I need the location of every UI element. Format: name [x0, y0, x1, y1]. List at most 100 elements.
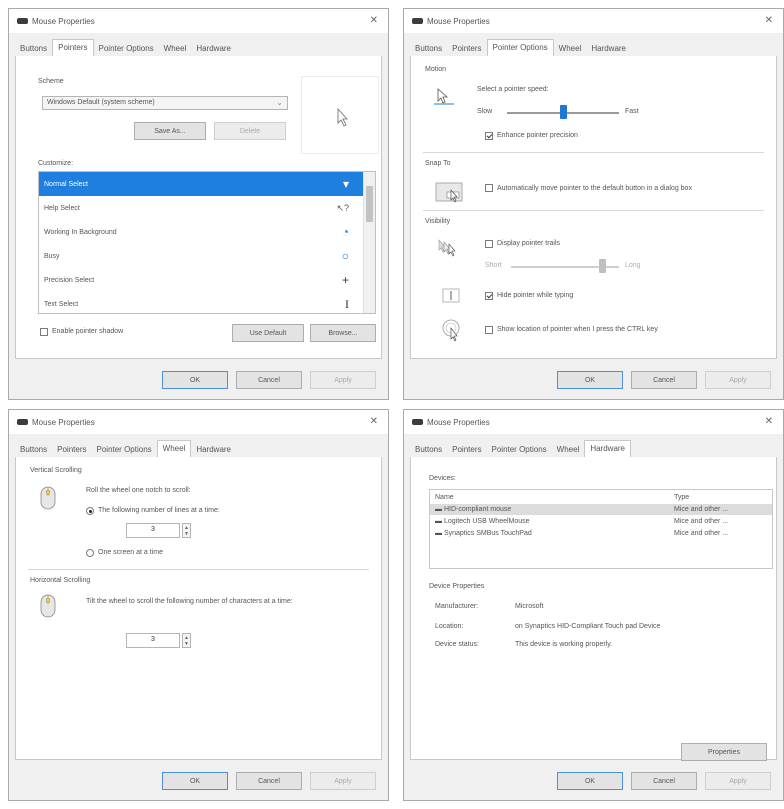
- list-item[interactable]: Precision Select +: [39, 268, 363, 292]
- tab-wheel[interactable]: Wheel: [159, 41, 192, 56]
- location-label: Location:: [435, 623, 464, 630]
- tab-pointers[interactable]: Pointers: [447, 442, 486, 457]
- chars-stepper[interactable]: 3: [126, 633, 180, 648]
- close-icon[interactable]: ✕: [370, 15, 378, 26]
- tab-pointer-options[interactable]: Pointer Options: [92, 442, 157, 457]
- tab-wheel[interactable]: Wheel: [156, 440, 192, 458]
- scheme-label: Scheme: [38, 78, 64, 85]
- cursor-list[interactable]: Normal Select ▾ Help Select ↖? Working I…: [38, 171, 376, 314]
- devices-table[interactable]: Name Type ▬ HID-compliant mouse Mice and…: [429, 489, 773, 569]
- mouse-properties-window-hardware: Mouse Properties ✕ Buttons Pointers Poin…: [403, 409, 784, 801]
- chevron-down-icon: ⌄: [276, 98, 283, 107]
- properties-button[interactable]: Properties: [681, 743, 767, 761]
- pointer-speed-icon: [434, 88, 454, 105]
- tab-wheel[interactable]: Wheel: [554, 41, 587, 56]
- divider: [423, 152, 764, 153]
- screen-at-a-time-radio[interactable]: [86, 549, 94, 557]
- tab-pointers[interactable]: Pointers: [447, 41, 486, 56]
- close-icon[interactable]: ✕: [765, 416, 773, 427]
- tab-pointers[interactable]: Pointers: [52, 39, 94, 57]
- cancel-button[interactable]: Cancel: [236, 772, 302, 790]
- display-trails-checkbox[interactable]: [485, 240, 493, 248]
- mouse-properties-window-pointer-options: Mouse Properties ✕ Buttons Pointers Poin…: [403, 8, 784, 400]
- tab-buttons[interactable]: Buttons: [410, 41, 447, 56]
- snap-to-checkbox[interactable]: [485, 184, 493, 192]
- tab-pointer-options[interactable]: Pointer Options: [486, 39, 554, 57]
- list-item[interactable]: Working In Background ◔: [39, 220, 363, 244]
- snap-to-label: Snap To: [425, 160, 451, 167]
- column-header-type[interactable]: Type: [674, 494, 689, 501]
- tab-buttons[interactable]: Buttons: [15, 442, 52, 457]
- ok-button[interactable]: OK: [162, 772, 228, 790]
- fast-label: Fast: [625, 108, 639, 115]
- tab-pointer-options[interactable]: Pointer Options: [94, 41, 159, 56]
- cancel-button[interactable]: Cancel: [236, 371, 302, 389]
- tab-buttons[interactable]: Buttons: [410, 442, 447, 457]
- table-row[interactable]: ▬ Synaptics SMBus TouchPad Mice and othe…: [430, 528, 772, 539]
- tab-buttons[interactable]: Buttons: [15, 41, 52, 56]
- ok-button[interactable]: OK: [162, 371, 228, 389]
- enable-shadow-checkbox[interactable]: [40, 328, 48, 336]
- window-title: Mouse Properties: [427, 16, 490, 26]
- apply-button[interactable]: Apply: [705, 772, 771, 790]
- trails-slider-thumb[interactable]: [599, 259, 607, 273]
- close-icon[interactable]: ✕: [765, 15, 773, 26]
- table-row[interactable]: ▬ HID-compliant mouse Mice and other ...: [430, 504, 772, 515]
- tab-hardware[interactable]: Hardware: [191, 442, 236, 457]
- tab-pointer-options[interactable]: Pointer Options: [487, 442, 552, 457]
- crosshair-cursor-icon: +: [341, 273, 349, 287]
- ok-button[interactable]: OK: [557, 772, 623, 790]
- scrollbar-thumb[interactable]: [366, 186, 373, 222]
- chevron-down-icon[interactable]: ▼: [184, 531, 189, 537]
- tab-wheel[interactable]: Wheel: [552, 442, 585, 457]
- list-scrollbar[interactable]: [363, 172, 375, 313]
- cancel-button[interactable]: Cancel: [631, 772, 697, 790]
- lines-at-a-time-radio[interactable]: [86, 507, 94, 515]
- table-header: Name Type: [430, 492, 772, 503]
- title-bar: Mouse Properties ✕: [9, 410, 388, 434]
- snap-to-text: Automatically move pointer to the defaul…: [497, 185, 692, 192]
- show-location-checkbox[interactable]: [485, 326, 493, 334]
- location-value: on Synaptics HID-Compliant Touch pad Dev…: [515, 623, 661, 630]
- mouse-tilt-icon: [40, 594, 56, 618]
- column-header-name[interactable]: Name: [435, 494, 454, 501]
- device-status-label: Device status:: [435, 641, 479, 648]
- cancel-button[interactable]: Cancel: [631, 371, 697, 389]
- lines-stepper-arrows[interactable]: ▲ ▼: [182, 523, 191, 538]
- hide-typing-label: Hide pointer while typing: [497, 292, 574, 299]
- dialog-footer: OK Cancel Apply: [404, 760, 783, 800]
- apply-button[interactable]: Apply: [705, 371, 771, 389]
- dialog-footer: OK Cancel Apply: [9, 359, 388, 399]
- motion-label: Motion: [425, 66, 447, 73]
- mouse-wheel-icon: [40, 486, 56, 510]
- tab-strip: Buttons Pointers Pointer Options Wheel H…: [410, 39, 777, 57]
- hide-typing-checkbox[interactable]: [485, 292, 493, 300]
- chevron-down-icon[interactable]: ▼: [184, 641, 189, 647]
- hide-while-typing-icon: [442, 288, 460, 303]
- apply-button[interactable]: Apply: [310, 371, 376, 389]
- scheme-value: Windows Default (system scheme): [47, 99, 155, 106]
- delete-button[interactable]: Delete: [214, 122, 286, 140]
- close-icon[interactable]: ✕: [370, 416, 378, 427]
- lines-stepper[interactable]: 3: [126, 523, 180, 538]
- table-row[interactable]: ▬ Logitech USB WheelMouse Mice and other…: [430, 516, 772, 527]
- tab-hardware[interactable]: Hardware: [191, 41, 236, 56]
- browse-button[interactable]: Browse...: [310, 324, 376, 342]
- tab-hardware[interactable]: Hardware: [586, 41, 631, 56]
- use-default-button[interactable]: Use Default: [232, 324, 304, 342]
- tab-hardware[interactable]: Hardware: [584, 440, 632, 458]
- ok-button[interactable]: OK: [557, 371, 623, 389]
- list-item[interactable]: Text Select I: [39, 292, 363, 313]
- list-item[interactable]: Busy ○: [39, 244, 363, 268]
- save-as-button[interactable]: Save As...: [134, 122, 206, 140]
- scheme-dropdown[interactable]: Windows Default (system scheme) ⌄: [42, 96, 288, 110]
- speed-slider-thumb[interactable]: [559, 105, 567, 119]
- apply-button[interactable]: Apply: [310, 772, 376, 790]
- list-item[interactable]: Normal Select ▾: [39, 172, 363, 196]
- enhance-precision-checkbox[interactable]: [485, 132, 493, 140]
- tab-pointers[interactable]: Pointers: [52, 442, 91, 457]
- list-item-label: Help Select: [44, 204, 80, 212]
- roll-wheel-text: Roll the wheel one notch to scroll:: [86, 487, 191, 494]
- list-item[interactable]: Help Select ↖?: [39, 196, 363, 220]
- chars-stepper-arrows[interactable]: ▲ ▼: [182, 633, 191, 648]
